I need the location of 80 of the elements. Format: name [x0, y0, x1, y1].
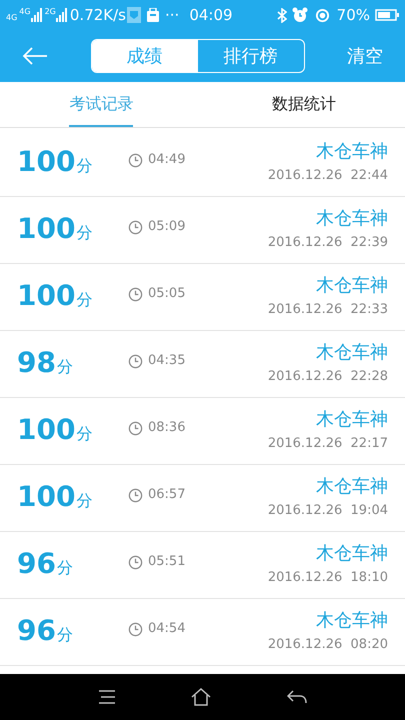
player-name: 木仓车神	[316, 342, 388, 364]
score: 96	[17, 550, 56, 578]
duration: 05:05	[148, 285, 186, 304]
clear-button[interactable]: 清空	[347, 42, 383, 70]
player-name: 木仓车神	[316, 208, 388, 230]
clock-icon	[128, 286, 143, 302]
record-date: 2016.12.26 22:28	[268, 368, 388, 386]
score: 100	[17, 483, 76, 511]
battery-percent: 70%	[336, 4, 370, 26]
clock-icon	[128, 554, 143, 570]
home-icon[interactable]	[191, 688, 212, 706]
clock-icon	[128, 488, 143, 502]
bag-icon	[147, 8, 159, 22]
duration: 04:49	[148, 151, 186, 170]
record-date: 2016.12.26 22:33	[268, 300, 388, 318]
player-name: 木仓车神	[316, 141, 388, 164]
segment-tab[interactable]: 成绩	[92, 40, 198, 72]
network-type-label: 4G	[6, 14, 18, 22]
tab[interactable]: 数据统计	[272, 82, 336, 127]
score: 100	[17, 282, 76, 310]
record-row[interactable]: 100分 08:36 木仓车神 2016.12.26 22:17	[0, 398, 405, 465]
score: 100	[17, 215, 76, 243]
record-row[interactable]: 100分 04:49 木仓车神 2016.12.26 22:44	[0, 130, 405, 197]
score: 96	[17, 617, 56, 645]
record-row[interactable]: 98分 04:35 木仓车神 2016.12.26 22:28	[0, 331, 405, 398]
tab[interactable]: 考试记录	[69, 82, 134, 127]
record-date: 2016.12.26 18:10	[268, 568, 388, 586]
network-type-label: 2G	[44, 8, 56, 16]
score: 100	[17, 148, 76, 176]
record-row[interactable]: 100分 06:57 木仓车神 2016.12.26 19:04	[0, 465, 405, 532]
record-row[interactable]: 96分 05:51 木仓车神 2016.12.26 18:10	[0, 532, 405, 599]
signal-icon	[56, 8, 68, 22]
signal-icon	[30, 8, 43, 22]
back-arrow-icon[interactable]	[22, 47, 48, 65]
location-icon	[314, 8, 330, 22]
menu-icon[interactable]	[98, 690, 116, 704]
duration: 08:36	[148, 419, 186, 438]
player-name: 木仓车神	[316, 610, 388, 632]
battery-icon	[375, 9, 399, 21]
score-unit: 分	[76, 289, 92, 311]
clock-icon	[128, 420, 143, 436]
player-name: 木仓车神	[316, 476, 388, 498]
record-date: 2016.12.26 22:17	[268, 434, 388, 452]
player-name: 木仓车神	[316, 543, 388, 566]
player-name: 木仓车神	[316, 275, 388, 298]
record-row[interactable]: 100分 05:09 木仓车神 2016.12.26 22:39	[0, 197, 405, 264]
back-icon[interactable]	[287, 690, 308, 704]
shield-icon	[127, 7, 141, 23]
duration: 04:54	[148, 620, 186, 638]
duration: 05:51	[148, 553, 186, 572]
duration: 06:57	[148, 486, 186, 504]
network-type-label: 4G	[19, 8, 31, 16]
score: 100	[17, 416, 76, 444]
score-unit: 分	[76, 155, 92, 177]
segment-tab[interactable]: 排行榜	[198, 40, 304, 72]
player-name: 木仓车神	[316, 409, 388, 432]
score-unit: 分	[56, 624, 73, 646]
score-unit: 分	[76, 423, 92, 445]
network-speed: 0.72K/s	[70, 4, 126, 26]
score-unit: 分	[56, 557, 73, 579]
bluetooth-icon	[276, 8, 287, 22]
score-unit: 分	[76, 490, 92, 512]
clock-icon	[128, 622, 143, 636]
score: 98	[17, 349, 56, 377]
record-row[interactable]: 96分 04:54 木仓车神 2016.12.26 08:20	[0, 599, 405, 666]
clock-icon	[128, 152, 143, 168]
record-date: 2016.12.26 19:04	[268, 502, 388, 520]
more-notifications: ···	[165, 4, 180, 26]
record-date: 2016.12.26 08:20	[268, 636, 388, 654]
record-date: 2016.12.26 22:39	[268, 234, 388, 252]
score-unit: 分	[76, 222, 92, 244]
record-row[interactable]: 100分 05:05 木仓车神 2016.12.26 22:33	[0, 264, 405, 331]
clock-time: 04:09	[189, 4, 233, 26]
alarm-icon	[292, 7, 308, 23]
duration: 04:35	[148, 352, 186, 370]
duration: 05:09	[148, 218, 186, 236]
score-unit: 分	[56, 356, 73, 378]
clock-icon	[128, 220, 143, 234]
clock-icon	[128, 354, 143, 368]
record-date: 2016.12.26 22:44	[268, 166, 388, 184]
